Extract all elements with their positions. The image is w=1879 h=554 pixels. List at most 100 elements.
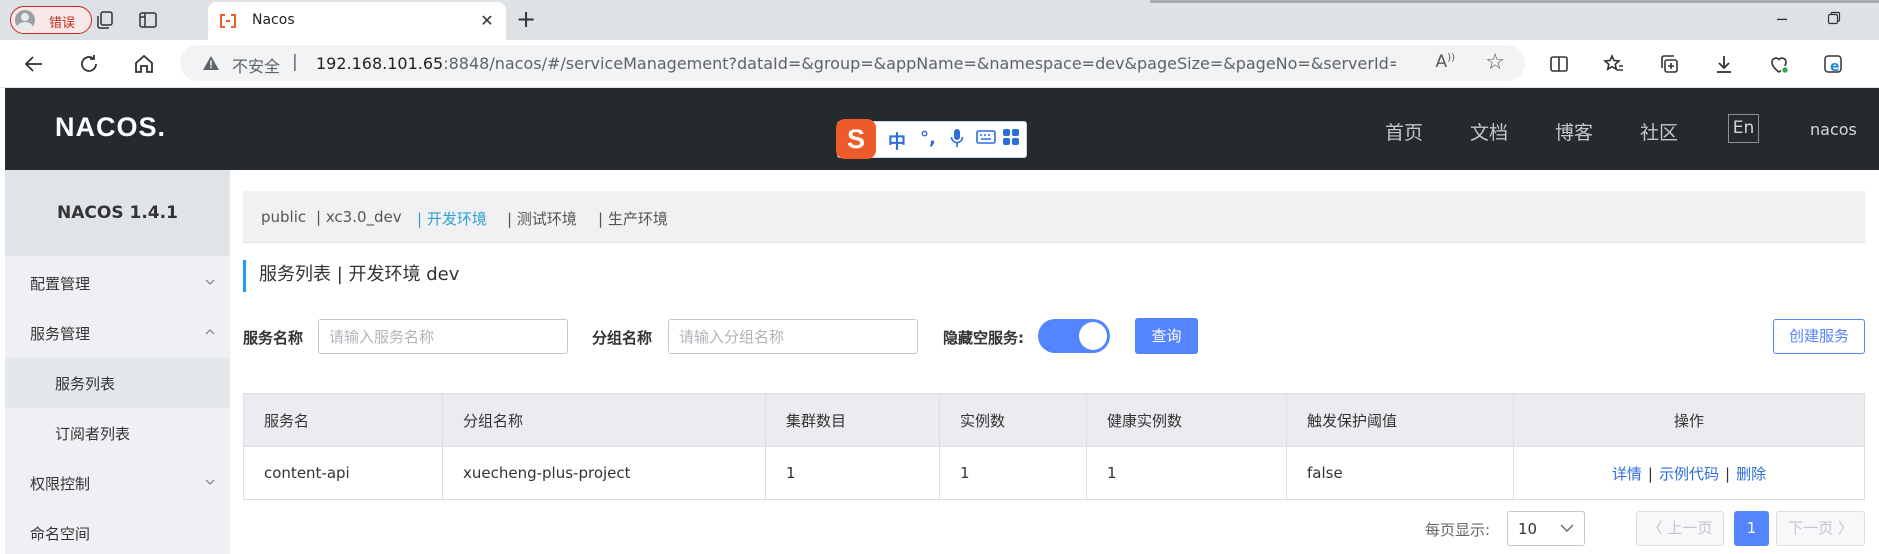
action-separator: | xyxy=(1647,464,1653,483)
page-number-button[interactable]: 1 xyxy=(1734,511,1769,546)
toggle-knob xyxy=(1079,322,1107,350)
column-header-healthy-instances[interactable]: 健康实例数 xyxy=(1086,393,1287,447)
namespace-prod[interactable]: | 生产环境 xyxy=(598,208,668,229)
nacos-logo[interactable]: NACOS. xyxy=(55,112,166,143)
nacos-version: NACOS 1.4.1 xyxy=(5,170,230,256)
namespace-public[interactable]: public xyxy=(261,208,306,226)
new-tab-icon[interactable]: + xyxy=(514,7,538,32)
sidebar-item-label: 命名空间 xyxy=(30,525,91,543)
read-aloud-icon[interactable]: A)) xyxy=(1436,52,1455,72)
vertical-tabs-icon[interactable] xyxy=(136,8,160,32)
avatar-icon xyxy=(15,10,35,30)
current-user[interactable]: nacos xyxy=(1810,120,1857,139)
sidebar-item-namespace[interactable]: 命名空间 xyxy=(5,508,230,554)
refresh-icon[interactable] xyxy=(77,52,101,76)
nav-community[interactable]: 社区 xyxy=(1640,118,1678,145)
collections-icon[interactable] xyxy=(1657,52,1681,76)
home-icon[interactable] xyxy=(132,52,156,76)
split-screen-icon[interactable] xyxy=(1547,52,1571,76)
sidebar-item-label: 服务管理 xyxy=(30,325,91,343)
hide-empty-services-label: 隐藏空服务: xyxy=(943,329,1024,347)
ime-chinese-mode[interactable]: 中 xyxy=(888,128,906,154)
namespace-dev[interactable]: | 开发环境 xyxy=(417,208,487,229)
next-page-button[interactable]: 下一页 〉 xyxy=(1776,511,1865,546)
group-name-label: 分组名称 xyxy=(592,329,653,347)
address-bar[interactable]: 不安全 | 192.168.101.65:8848/nacos/#/servic… xyxy=(180,45,1525,81)
language-toggle-button[interactable]: En xyxy=(1728,114,1759,143)
sidebar-item-label: 权限控制 xyxy=(30,475,91,493)
edge-ie-mode-icon[interactable]: e xyxy=(1822,52,1846,76)
hide-empty-services-toggle[interactable] xyxy=(1038,319,1110,353)
close-tab-icon[interactable]: ✕ xyxy=(478,12,496,30)
prev-page-button[interactable]: 〈 上一页 xyxy=(1636,511,1724,546)
column-header-group-name[interactable]: 分组名称 xyxy=(442,393,766,447)
cell-instance-count: 1 xyxy=(939,446,1087,500)
namespace-xc3-dev[interactable]: | xc3.0_dev xyxy=(316,208,402,226)
window-top-edge xyxy=(1150,0,1879,3)
cell-service-name: content-api xyxy=(243,446,443,500)
profile-button[interactable]: 错误 xyxy=(10,6,92,34)
svg-text:e: e xyxy=(1830,59,1840,75)
back-icon[interactable] xyxy=(22,52,46,76)
cell-group-name: xuecheng-plus-project xyxy=(442,446,766,500)
microphone-icon[interactable] xyxy=(950,128,964,153)
chevron-up-icon xyxy=(205,327,215,337)
security-label[interactable]: 不安全 xyxy=(232,53,280,77)
query-button[interactable]: 查询 xyxy=(1135,318,1198,354)
warning-icon[interactable] xyxy=(202,55,220,71)
ime-punctuation-mode[interactable]: °, xyxy=(920,128,936,149)
sidebar-item-subscriber-list[interactable]: 订阅者列表 xyxy=(5,408,230,458)
sidebar-item-service-list[interactable]: 服务列表 xyxy=(5,358,230,408)
keyboard-icon[interactable] xyxy=(976,128,996,151)
sidebar-item-config-management[interactable]: 配置管理 xyxy=(5,258,230,308)
nav-home[interactable]: 首页 xyxy=(1385,118,1423,145)
downloads-icon[interactable] xyxy=(1712,52,1736,76)
page-size-select[interactable]: 10 xyxy=(1507,511,1585,546)
cell-cluster-count: 1 xyxy=(765,446,940,500)
minimize-icon[interactable]: ─ xyxy=(1770,8,1794,32)
sogou-ime-logo[interactable]: S xyxy=(836,119,876,159)
url-text[interactable]: 192.168.101.65:8848/nacos/#/serviceManag… xyxy=(316,54,1396,73)
details-link[interactable]: 详情 xyxy=(1612,465,1642,483)
group-name-input[interactable] xyxy=(668,319,918,354)
column-header-service-name[interactable]: 服务名 xyxy=(243,393,443,447)
cell-protect-threshold: false xyxy=(1286,446,1514,500)
service-table: 服务名 分组名称 集群数目 实例数 健康实例数 触发保护阈值 操作 conten… xyxy=(243,393,1865,500)
workspaces-icon[interactable] xyxy=(93,8,117,32)
column-header-instance-count[interactable]: 实例数 xyxy=(939,393,1087,447)
sidebar-item-label: 订阅者列表 xyxy=(55,425,131,443)
url-host: 192.168.101.65 xyxy=(316,54,444,73)
page-title: 服务列表 | 开发环境 dev xyxy=(243,260,459,292)
table-row: content-api xuecheng-plus-project 1 1 1 … xyxy=(243,446,1865,500)
sample-code-link[interactable]: 示例代码 xyxy=(1659,465,1719,483)
sidebar-item-service-management[interactable]: 服务管理 xyxy=(5,308,230,358)
tab-nacos[interactable]: Nacos ✕ xyxy=(208,2,506,40)
ime-toolbox-icon[interactable] xyxy=(1002,128,1020,151)
ime-toolbar[interactable]: S 中 °, xyxy=(836,119,1027,159)
page-size-value: 10 xyxy=(1518,520,1538,538)
page-size-label: 每页显示: xyxy=(1425,521,1491,539)
favorite-star-icon[interactable]: ☆ xyxy=(1485,50,1505,75)
namespace-test[interactable]: | 测试环境 xyxy=(507,208,577,229)
tab-title: Nacos xyxy=(252,12,295,28)
nav-docs[interactable]: 文档 xyxy=(1470,118,1508,145)
browser-essentials-icon[interactable] xyxy=(1767,52,1791,76)
favorites-icon[interactable] xyxy=(1602,52,1626,76)
restore-icon[interactable] xyxy=(1822,8,1846,32)
sidebar: NACOS 1.4.1 配置管理 服务管理 服务列表 订阅者列表 权限控制 命名… xyxy=(5,170,230,554)
column-header-cluster-count[interactable]: 集群数目 xyxy=(765,393,940,447)
chevron-down-icon xyxy=(205,477,215,487)
address-separator: | xyxy=(292,52,298,72)
create-service-button[interactable]: 创建服务 xyxy=(1773,319,1865,354)
service-name-input[interactable] xyxy=(318,319,568,354)
column-header-protect-threshold[interactable]: 触发保护阈值 xyxy=(1286,393,1514,447)
cell-healthy-instances: 1 xyxy=(1086,446,1287,500)
nacos-favicon-icon xyxy=(220,14,236,28)
namespace-bar: public | xc3.0_dev | 开发环境 | 测试环境 | 生产环境 xyxy=(243,191,1865,243)
url-path: :8848/nacos/#/serviceManagement?dataId=&… xyxy=(443,54,1396,73)
sidebar-item-access-control[interactable]: 权限控制 xyxy=(5,458,230,508)
nav-blog[interactable]: 博客 xyxy=(1555,118,1593,145)
delete-link[interactable]: 删除 xyxy=(1736,465,1766,483)
service-name-label: 服务名称 xyxy=(243,329,304,347)
table-header-row: 服务名 分组名称 集群数目 实例数 健康实例数 触发保护阈值 操作 xyxy=(243,393,1865,447)
